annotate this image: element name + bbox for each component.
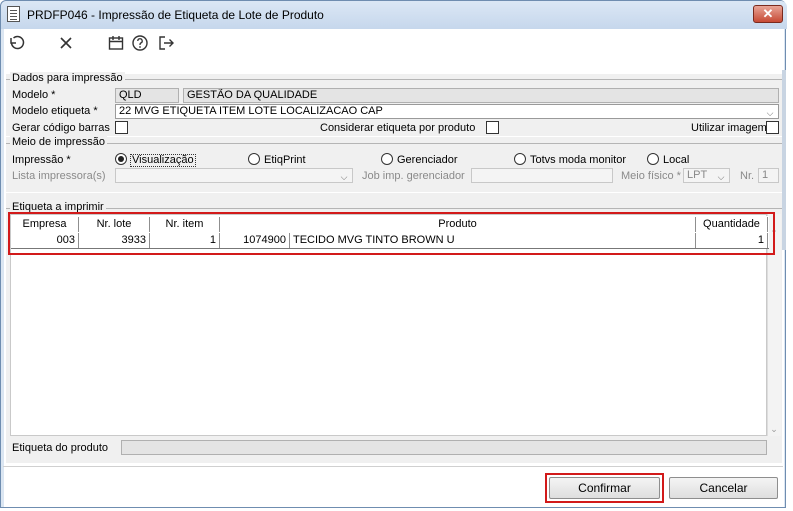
gerar-codigo-label: Gerar código barras	[12, 122, 110, 134]
cancelar-button[interactable]: Cancelar	[669, 477, 778, 499]
meio-legend: Meio de impressão	[10, 136, 107, 148]
etiqueta-produto-label: Etiqueta do produto	[12, 442, 109, 454]
lista-impressora-select[interactable]	[115, 168, 353, 183]
considerar-label: Considerar etiqueta por produto	[320, 122, 476, 134]
impressao-label: Impressão *	[12, 154, 71, 166]
radio-etiqprint[interactable]	[248, 153, 260, 165]
radio-gerenciador-label[interactable]: Gerenciador	[397, 154, 458, 166]
modelo-code-field[interactable]: QLD	[115, 88, 179, 103]
modelo-label: Modelo *	[12, 89, 56, 101]
document-icon	[7, 6, 20, 22]
meio-divider	[6, 143, 782, 144]
dados-legend: Dados para impressão	[10, 72, 125, 84]
confirmar-highlight	[545, 473, 664, 503]
radio-etiqprint-label[interactable]: EtiqPrint	[264, 154, 306, 166]
radio-local-label[interactable]: Local	[663, 154, 689, 166]
radio-visualizacao[interactable]	[115, 153, 127, 165]
considerar-checkbox[interactable]	[486, 121, 499, 134]
radio-local[interactable]	[647, 153, 659, 165]
scroll-down-icon[interactable]: ⌄	[767, 424, 781, 436]
lista-impressora-label: Lista impressora(s)	[12, 170, 106, 182]
window-close-button[interactable]: ✕	[753, 5, 783, 23]
job-field[interactable]	[471, 168, 613, 183]
radio-gerenciador[interactable]	[381, 153, 393, 165]
chevron-down-icon[interactable]: ⌵	[339, 172, 349, 182]
etiqueta-produto-field	[121, 440, 767, 455]
modelo-etiqueta-label: Modelo etiqueta *	[12, 105, 98, 117]
undo-icon[interactable]	[7, 34, 25, 52]
calendar-icon[interactable]	[107, 34, 125, 52]
chevron-down-icon[interactable]: ⌵	[716, 172, 726, 182]
nr-field[interactable]: 1	[758, 168, 779, 183]
chevron-down-icon[interactable]: ⌵	[765, 108, 775, 118]
help-icon[interactable]	[131, 34, 149, 52]
modelo-etiqueta-select[interactable]: 22 MVG ETIQUETA ITEM LOTE LOCALIZACAO CA…	[115, 104, 779, 119]
close-icon[interactable]	[57, 34, 75, 52]
gerar-codigo-checkbox[interactable]	[115, 121, 128, 134]
window-edge	[782, 70, 786, 250]
modelo-name-field: GESTÃO DA QUALIDADE	[183, 88, 779, 103]
meio-fisico-label: Meio físico *	[621, 170, 681, 182]
utilizar-imagem-checkbox[interactable]	[766, 121, 779, 134]
grid-highlight	[8, 212, 775, 255]
exit-icon[interactable]	[157, 34, 175, 52]
footer-divider	[3, 466, 783, 467]
etiqueta-divider	[6, 208, 782, 209]
window-title: PRDFP046 - Impressão de Etiqueta de Lote…	[27, 8, 324, 22]
radio-totvs-moda-monitor[interactable]	[514, 153, 526, 165]
radio-visualizacao-label[interactable]: Visualização	[130, 154, 196, 167]
nr-label: Nr.	[740, 170, 755, 182]
title-bar[interactable]: PRDFP046 - Impressão de Etiqueta de Lote…	[1, 1, 787, 29]
utilizar-imagem-label: Utilizar imagem	[691, 122, 767, 134]
job-label: Job imp. gerenciador	[362, 170, 465, 182]
radio-totvs-label[interactable]: Totvs moda monitor	[530, 154, 626, 166]
